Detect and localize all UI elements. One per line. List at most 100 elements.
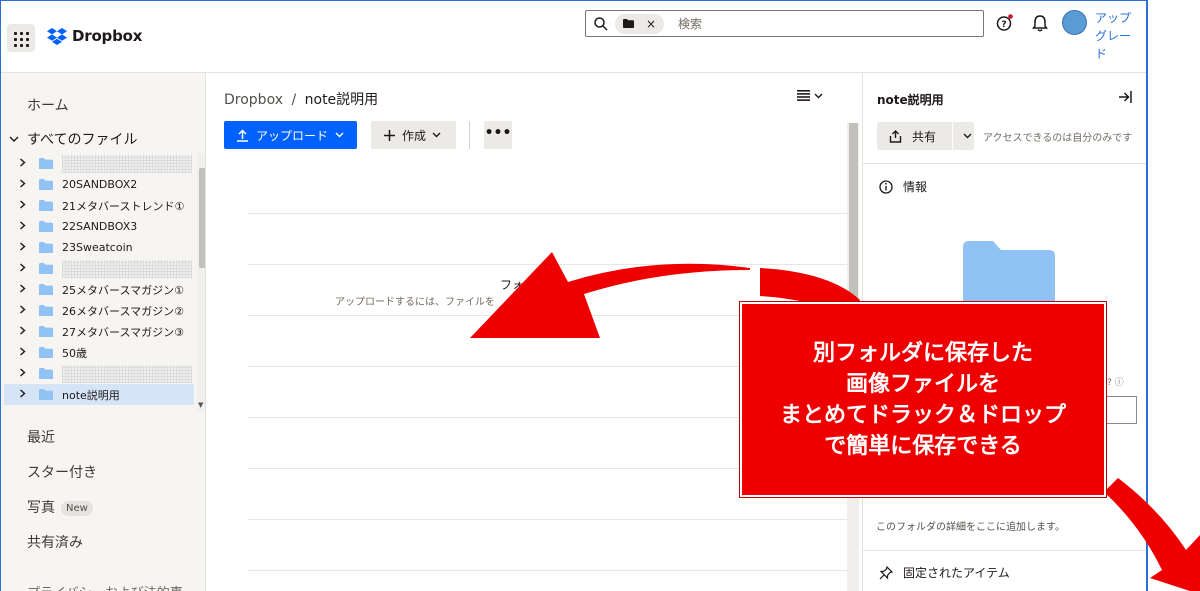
folder-icon [39, 368, 53, 379]
callout-line-3: まとめてドラック＆ドロップ [779, 402, 1066, 428]
folder-icon [39, 326, 53, 337]
sidebar-item-all-files[interactable]: すべてのファイル [9, 129, 137, 149]
breadcrumb-separator: / [291, 92, 297, 108]
folder-tree-item-label: 26メタバースマガジン② [62, 304, 184, 318]
view-toggle[interactable] [797, 90, 823, 101]
row-divider [248, 570, 848, 571]
chevron-right-icon[interactable] [19, 283, 31, 296]
chevron-right-icon[interactable] [19, 388, 31, 401]
folder-icon [39, 158, 53, 169]
folder-tree-item[interactable]: 26メタバースマガジン② [4, 300, 194, 321]
folder-tree-item-label: 22SANDBOX3 [62, 220, 138, 233]
folder-tree-item-label: 23Sweatcoin [62, 241, 133, 254]
folder-tree-item[interactable]: 20SANDBOX2 [4, 174, 194, 195]
logo-text: Dropbox [72, 27, 143, 45]
folder-tree: 20SANDBOX2 21メタバーストレンド① 22SANDBOX3 23Sweatc… [4, 153, 205, 411]
breadcrumb-root[interactable]: Dropbox [224, 92, 283, 108]
folder-icon [39, 221, 53, 232]
dropbox-logo[interactable]: Dropbox [47, 27, 142, 45]
folder-icon [39, 347, 53, 358]
panel-divider [863, 550, 1146, 551]
empty-state-title: フォ [500, 278, 525, 292]
folder-icon [39, 179, 53, 190]
folder-tree-item[interactable]: 22SANDBOX3 [4, 216, 194, 237]
sidebar-item-photos[interactable]: 写真 New [27, 497, 93, 517]
chevron-right-icon[interactable] [19, 220, 31, 233]
list-view-icon [797, 90, 810, 101]
folder-scope-chip[interactable]: × [615, 13, 664, 34]
folder-tree-item[interactable] [4, 153, 194, 174]
folder-tree-item-label: 21メタバーストレンド① [62, 199, 185, 213]
search-input[interactable]: 検索 [678, 15, 702, 32]
chevron-right-icon[interactable] [19, 157, 31, 170]
description-field[interactable] [1107, 396, 1137, 424]
folder-tree-item[interactable]: 21メタバーストレンド① [4, 195, 194, 216]
chevron-down-icon[interactable] [963, 133, 972, 139]
row-divider [248, 213, 848, 214]
chevron-right-icon[interactable] [19, 241, 31, 254]
folder-tree-item[interactable] [4, 258, 194, 279]
folder-tree-item[interactable]: 23Sweatcoin [4, 237, 194, 258]
chevron-right-icon[interactable] [19, 325, 31, 338]
share-button[interactable]: 共有 [877, 122, 974, 150]
search-icon [594, 16, 608, 31]
panel-title: note説明用 [877, 93, 944, 107]
help-icon[interactable]: ? [996, 14, 1014, 32]
redacted-folder-name [62, 154, 192, 173]
folder-tree-scroll-thumb[interactable] [199, 168, 205, 268]
bell-icon[interactable] [1032, 14, 1048, 32]
main-scroll-thumb[interactable] [849, 123, 858, 303]
breadcrumb-current: note説明用 [304, 92, 379, 108]
folder-tree-item[interactable]: 25メタバースマガジン① [4, 279, 194, 300]
folder-tree-item[interactable]: 50歳 [4, 342, 194, 363]
chevron-right-icon[interactable] [19, 367, 31, 380]
sidebar-item-photos-label: 写真 [27, 500, 55, 516]
scroll-down-icon[interactable]: ▼ [198, 401, 203, 409]
sidebar-item-starred[interactable]: スター付き [27, 462, 97, 482]
pinned-items-section[interactable]: 固定されたアイテム [879, 564, 1010, 581]
sidebar-item-shared[interactable]: 共有済み [27, 532, 83, 552]
callout-line-1: 別フォルダに保存した [812, 340, 1033, 366]
pinned-items-label: 固定されたアイテム [903, 566, 1010, 580]
info-section-header[interactable]: 情報 [879, 178, 927, 195]
search-bar[interactable]: × 検索 [585, 10, 984, 37]
chip-close-icon[interactable]: × [646, 17, 656, 31]
folder-tree-item[interactable]: 27メタバースマガジン③ [4, 321, 194, 342]
plus-icon [384, 129, 395, 141]
create-button-label: 作成 [402, 128, 427, 143]
chevron-right-icon[interactable] [19, 262, 31, 275]
folder-tree-item-label: 25メタバースマガジン① [62, 283, 184, 297]
access-status-text: アクセスできるのは自分のみです [983, 133, 1133, 144]
folder-tree-scrollbar[interactable]: ▼ [197, 153, 205, 411]
sidebar-item-recent[interactable]: 最近 [27, 427, 55, 447]
folder-icon [39, 263, 53, 274]
chevron-right-icon[interactable] [19, 199, 31, 212]
callout-line-2: 画像ファイルを [845, 371, 1000, 397]
info-icon [879, 179, 893, 194]
avatar[interactable] [1062, 10, 1087, 35]
upgrade-link[interactable]: アップ グレー ド [1095, 9, 1139, 63]
redacted-folder-name [62, 364, 192, 383]
sidebar-item-privacy[interactable]: プライバシーおよび法的事 [27, 582, 183, 591]
more-options-button[interactable]: ••• [484, 121, 512, 149]
folder-tree-item[interactable] [4, 363, 194, 384]
chevron-right-icon[interactable] [19, 304, 31, 317]
app-grid-icon[interactable] [7, 24, 35, 52]
sidebar-item-home[interactable]: ホーム [27, 95, 69, 115]
chevron-right-icon[interactable] [19, 346, 31, 359]
folder-tree-item-label: note説明用 [62, 388, 120, 402]
folder-tree-item-label: 27メタバースマガジン③ [62, 325, 184, 339]
chevron-down-icon [335, 132, 344, 138]
upload-button[interactable]: アップロード [224, 121, 357, 149]
folder-tree-item[interactable]: note説明用 [4, 384, 194, 405]
row-divider [248, 264, 848, 265]
callout-line-4: で簡単に保存できる [824, 433, 1022, 459]
upload-button-label: アップロード [256, 128, 329, 143]
folder-icon [39, 284, 53, 295]
upload-icon [237, 128, 248, 142]
chevron-right-icon[interactable] [19, 178, 31, 191]
breadcrumb: Dropbox / note説明用 [224, 89, 378, 109]
field-help-icon[interactable]: ? ⓘ [1107, 375, 1124, 388]
create-button[interactable]: 作成 [371, 121, 456, 149]
collapse-panel-icon[interactable] [1118, 89, 1132, 105]
